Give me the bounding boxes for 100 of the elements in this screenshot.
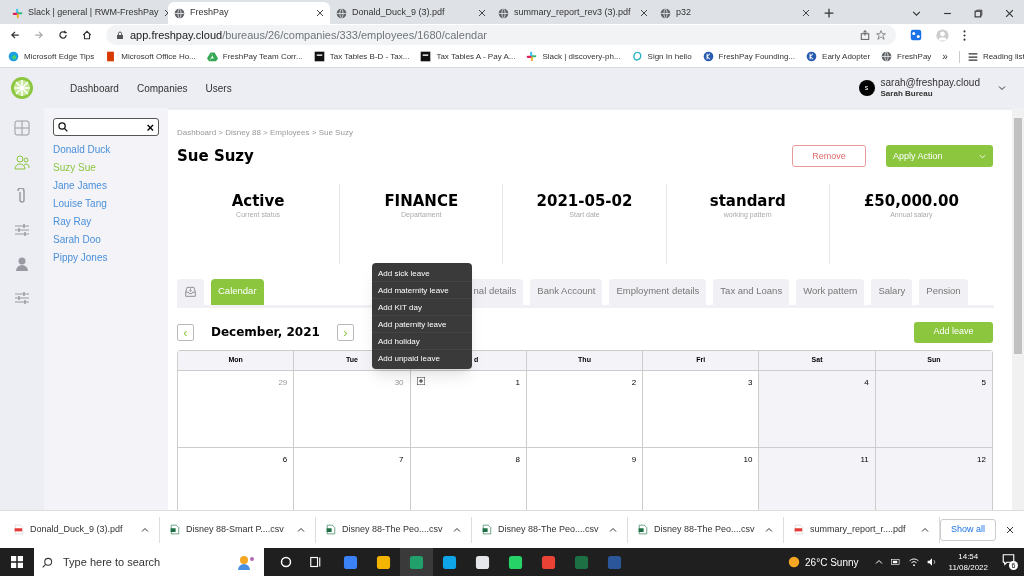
calendar-day[interactable]: 2 (526, 370, 644, 448)
reload-icon[interactable] (58, 30, 68, 40)
search-field[interactable]: × (53, 118, 159, 136)
calendar-day[interactable]: 12 (875, 447, 992, 510)
sliders-icon[interactable] (14, 222, 30, 238)
inbox-icon (185, 286, 196, 297)
swirl-icon (631, 51, 643, 62)
bookmark[interactable]: FreshPay (881, 50, 932, 63)
speaker-icon[interactable] (926, 557, 937, 567)
notification-icon[interactable] (1002, 554, 1015, 566)
tab[interactable]: Pension (919, 278, 968, 305)
tab[interactable]: Bank Account (530, 278, 603, 305)
menu-item[interactable]: Add holiday (372, 333, 472, 350)
app-icon[interactable] (508, 554, 523, 570)
user-email: sarah@freshpay.cloud (880, 77, 980, 88)
menu-item[interactable]: Add sick leave (372, 265, 472, 282)
download-item[interactable]: Disney 88-The Peo....csv (472, 516, 628, 543)
bookmark[interactable]: Microsoft Edge Tips (8, 50, 95, 63)
menu-item[interactable]: Add maternity leave (372, 282, 472, 299)
download-item[interactable]: Disney 88-The Peo....csv (628, 516, 784, 543)
browser-tab[interactable]: p32 (654, 2, 816, 24)
office-logo-icon (105, 51, 117, 62)
day-number: 5 (981, 376, 986, 389)
tab[interactable]: Employment details (609, 278, 707, 305)
globe-icon (660, 7, 671, 19)
nav-link[interactable]: Dashboard (70, 80, 119, 96)
windows-start-icon[interactable] (11, 556, 23, 568)
edge-logo-icon (8, 51, 19, 62)
employee-name: Sue Suzy (177, 146, 254, 167)
menu-item[interactable]: Add KIT day (372, 299, 472, 316)
clear-button[interactable]: × (146, 120, 154, 134)
share-icon[interactable] (860, 30, 870, 40)
star-icon[interactable] (876, 30, 886, 40)
breadcrumb: Dashboard > Disney 88 > Employees > Sue Suzy (177, 127, 354, 139)
day-number: 9 (631, 453, 637, 466)
address-field[interactable]: app.freshpay.cloud/bureaus/26/companies/333/employees/1680/calendar (106, 25, 896, 45)
bookmark[interactable]: Slack | discovery-ph... (526, 50, 621, 63)
calendar-day[interactable]: 1 (410, 370, 527, 448)
chevron-up-icon (765, 525, 773, 534)
browser-tab[interactable]: Donald_Duck_9 (3).pdf (330, 2, 492, 24)
task-view-circle-icon[interactable] (280, 556, 292, 568)
dark-square-icon (313, 51, 325, 62)
bookmark[interactable]: Early Adopter (806, 50, 871, 63)
tab[interactable]: Work pattern (796, 278, 865, 305)
k-logo-icon (702, 51, 714, 62)
app-icon[interactable] (376, 554, 391, 570)
list-icon (967, 51, 978, 62)
inbox-tab[interactable] (177, 278, 204, 305)
task-view-icon[interactable] (310, 556, 322, 568)
bookmark[interactable]: Microsoft Office Ho... (105, 50, 196, 63)
calendar-day[interactable]: 5 (875, 370, 992, 448)
app-icon[interactable] (442, 554, 457, 570)
download-item[interactable]: Disney 88-Smart P....csv (160, 516, 316, 543)
calendar-day[interactable]: 11 (759, 447, 876, 510)
triangle-logo-icon (206, 51, 218, 62)
day-number: 10 (743, 453, 753, 466)
bookmark[interactable]: FreshPay Founding... (702, 50, 796, 63)
show-all-button[interactable]: Show all (940, 518, 997, 541)
sliders-icon[interactable] (14, 290, 30, 306)
calendar-day[interactable]: 3 (643, 370, 760, 448)
clock[interactable]: 14:54 11/08/2022 (948, 551, 988, 573)
globe-icon (881, 51, 893, 62)
battery-icon[interactable] (890, 557, 901, 567)
chevron-up-icon (297, 525, 305, 534)
day-number: 4 (864, 376, 869, 389)
weather-widget[interactable]: 26°C Sunny (788, 554, 859, 570)
tab[interactable]: Tax and Loans (713, 278, 790, 305)
calendar-day[interactable]: 4 (759, 370, 876, 448)
more-icon[interactable] (963, 29, 966, 41)
restore-icon[interactable] (974, 8, 983, 18)
bookmark[interactable]: FreshPay Team Corr... (206, 50, 303, 63)
month-title: December, 2021 (211, 324, 320, 341)
nav-link[interactable]: Users (205, 80, 232, 96)
download-item[interactable]: Donald_Duck_9 (3).pdf (4, 516, 160, 543)
browser-tab[interactable]: FreshPay (168, 2, 330, 24)
chevron-up-icon[interactable] (874, 558, 883, 566)
nav-link[interactable]: Companies (136, 80, 188, 96)
scrollbar[interactable] (1012, 108, 1024, 510)
extension-icon[interactable] (910, 29, 922, 41)
home-icon[interactable] (82, 30, 92, 40)
menu-item[interactable]: Add paternity leave (372, 316, 472, 333)
spreadsheet-file-icon (482, 524, 492, 535)
tab[interactable]: Salary (871, 278, 913, 305)
app-icon[interactable] (475, 554, 490, 570)
bookmark[interactable]: Tax Tables A - Pay A... (420, 50, 516, 63)
wifi-icon[interactable] (908, 557, 919, 567)
globe-icon (174, 7, 185, 19)
taskbar-search-field[interactable]: Type here to search (34, 548, 264, 576)
add-icon[interactable] (416, 376, 425, 385)
download-item[interactable]: Disney 88-The Peo....csv (316, 516, 472, 543)
more-bookmarks-button[interactable]: » (942, 49, 948, 64)
plus-icon[interactable] (824, 8, 834, 18)
day-number: 2 (631, 376, 637, 389)
chevron-down-icon[interactable] (912, 8, 921, 18)
browser-tab[interactable]: summary_report_rev3 (3).pdf (492, 2, 654, 24)
back-icon[interactable] (10, 30, 20, 40)
bookmark[interactable]: Tax Tables B-D - Tax... (313, 50, 410, 63)
bookmark[interactable]: Sign In hello (631, 50, 692, 63)
reading-list-button[interactable]: Reading list (958, 50, 1024, 63)
download-item[interactable]: summary_report_r....pdf (784, 516, 940, 543)
